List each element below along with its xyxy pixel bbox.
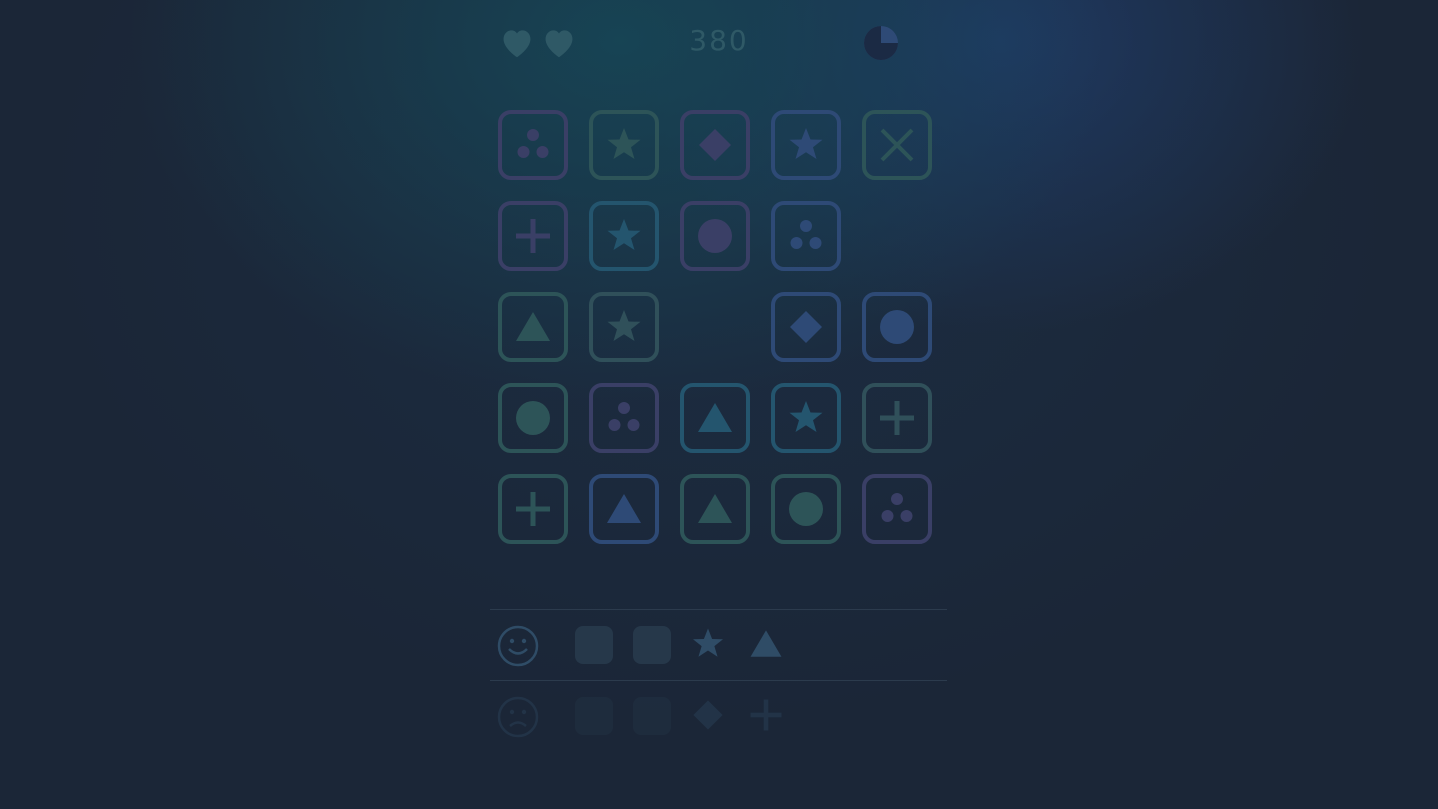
tile-diamond[interactable]	[771, 292, 841, 362]
tile-plus[interactable]	[862, 383, 932, 453]
plus-icon	[511, 214, 555, 258]
tile-dots[interactable]	[771, 201, 841, 271]
circle-icon	[875, 305, 919, 349]
score-display: 380	[689, 24, 749, 57]
panel-divider-middle	[490, 680, 947, 681]
tile-triangle[interactable]	[589, 474, 659, 544]
empty-slot[interactable]	[575, 626, 613, 664]
heart-icon	[503, 30, 531, 58]
tile-circle[interactable]	[862, 292, 932, 362]
tile-plus[interactable]	[498, 201, 568, 271]
panel-divider-top	[490, 609, 947, 610]
star-icon	[602, 214, 646, 258]
tile-dots[interactable]	[862, 474, 932, 544]
triangle-icon	[693, 396, 737, 440]
sad-face-icon	[497, 696, 539, 738]
triangle-icon	[511, 305, 555, 349]
circle-icon	[693, 214, 737, 258]
star-icon	[602, 305, 646, 349]
triangle-icon	[693, 487, 737, 531]
dots-icon	[784, 214, 828, 258]
star-icon	[784, 396, 828, 440]
star-icon	[784, 123, 828, 167]
tile-star[interactable]	[771, 110, 841, 180]
tile-circle[interactable]	[771, 474, 841, 544]
timer-icon	[864, 26, 898, 60]
diamond-icon	[784, 305, 828, 349]
empty-slot[interactable]	[633, 697, 671, 735]
tile-star[interactable]	[589, 201, 659, 271]
game-board	[498, 110, 940, 552]
circle-icon	[511, 396, 555, 440]
plus-icon	[511, 487, 555, 531]
tile-diamond[interactable]	[680, 110, 750, 180]
tile-star[interactable]	[771, 383, 841, 453]
tile-cross[interactable]	[862, 110, 932, 180]
diamond-icon	[688, 695, 728, 735]
tile-plus[interactable]	[498, 474, 568, 544]
circle-icon	[784, 487, 828, 531]
tile-triangle[interactable]	[680, 383, 750, 453]
tile-triangle[interactable]	[498, 292, 568, 362]
triangle-icon	[602, 487, 646, 531]
dots-icon	[875, 487, 919, 531]
star-icon	[602, 123, 646, 167]
star-icon	[688, 624, 728, 664]
plus-icon	[746, 695, 786, 735]
empty-slot[interactable]	[575, 697, 613, 735]
tile-dots[interactable]	[498, 110, 568, 180]
diamond-icon	[693, 123, 737, 167]
plus-icon	[875, 396, 919, 440]
dots-icon	[602, 396, 646, 440]
hud: 380	[0, 0, 1438, 84]
heart-icon	[545, 30, 573, 58]
panel-row-sad	[496, 695, 946, 747]
tile-star[interactable]	[589, 110, 659, 180]
cross-icon	[875, 123, 919, 167]
tile-circle[interactable]	[680, 201, 750, 271]
tile-triangle[interactable]	[680, 474, 750, 544]
tile-circle[interactable]	[498, 383, 568, 453]
tile-dots[interactable]	[589, 383, 659, 453]
empty-slot[interactable]	[633, 626, 671, 664]
triangle-icon	[746, 624, 786, 664]
panel-row-happy	[496, 624, 946, 676]
happy-face-icon	[497, 625, 539, 667]
dots-icon	[511, 123, 555, 167]
tile-star[interactable]	[589, 292, 659, 362]
